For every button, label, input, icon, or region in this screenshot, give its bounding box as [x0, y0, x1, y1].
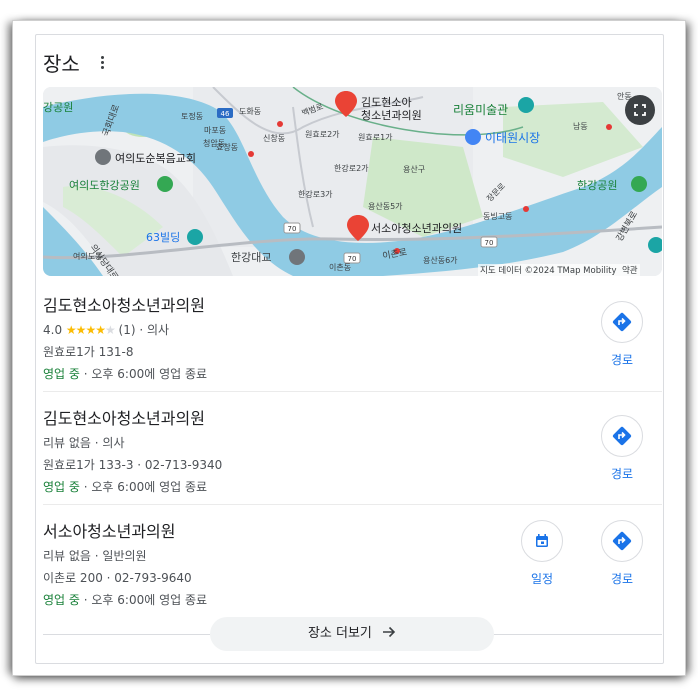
directions-icon [612, 531, 632, 551]
svg-text:46: 46 [221, 110, 230, 118]
svg-text:동빙고동: 동빙고동 [483, 212, 512, 221]
directions-label: 경로 [610, 353, 634, 367]
svg-text:토정동: 토정동 [181, 111, 203, 121]
place-name[interactable]: 김도현소아청소년과의원 [43, 405, 613, 429]
place-entry[interactable]: 김도현소아청소년과의원 4.0 ★★★★★ (1) · 의사 원효로1가 131… [43, 292, 613, 382]
directions-label: 경로 [610, 467, 634, 481]
attribution-text: 지도 데이터 ©2024 TMap Mobility [480, 266, 617, 276]
svg-text:여의도동: 여의도동 [73, 251, 102, 261]
map-canvas: 강공원 국회대로 도화동 토정동 마포동 효창동 백범로 신창동 원효로2가 원… [43, 87, 662, 276]
svg-text:마포동: 마포동 [204, 126, 226, 135]
svg-text:서소아청소년과의원: 서소아청소년과의원 [371, 222, 462, 235]
more-vert-icon[interactable] [97, 54, 107, 72]
calendar-icon [536, 534, 548, 547]
terms-link[interactable]: 약관 [622, 266, 638, 276]
map-view[interactable]: 강공원 국회대로 도화동 토정동 마포동 효창동 백범로 신창동 원효로2가 원… [43, 87, 662, 276]
open-status: 영업 중 [43, 593, 80, 607]
closing-time: · 오후 6:00에 영업 종료 [83, 480, 208, 494]
svg-text:한강로2가: 한강로2가 [334, 163, 369, 173]
svg-text:70: 70 [348, 255, 357, 263]
hours-line: 영업 중 · 오후 6:00에 영업 종료 [43, 478, 613, 495]
stars-full: ★★★★ [65, 323, 106, 337]
place-name[interactable]: 김도현소아청소년과의원 [43, 292, 613, 316]
rating-stars: ★★★★★ [65, 323, 116, 337]
open-status: 영업 중 [43, 367, 80, 381]
hours-line: 영업 중 · 오후 6:00에 영업 종료 [43, 591, 613, 608]
schedule-button[interactable]: 일정 [512, 520, 572, 587]
svg-text:김도현소아: 김도현소아 [361, 96, 412, 109]
arrow-right-icon [383, 626, 396, 638]
svg-text:용산동6가: 용산동6가 [423, 255, 458, 265]
svg-text:강공원: 강공원 [43, 101, 73, 114]
divider [43, 504, 662, 505]
review-count: (1) [118, 323, 136, 337]
svg-text:이태원시장: 이태원시장 [485, 131, 540, 145]
place-address: 원효로1가 131-8 [43, 345, 134, 359]
directions-button[interactable]: 경로 [592, 520, 652, 587]
rating-line: 4.0 ★★★★★ (1) · 의사 [43, 321, 613, 338]
place-address: 원효로1가 133-3 · 02-713-9340 [43, 458, 223, 472]
place-category: · 의사 [139, 323, 170, 337]
expand-icon[interactable] [625, 95, 655, 125]
map-attribution: 지도 데이터 ©2024 TMap Mobility 약관 [478, 264, 640, 276]
svg-text:70: 70 [485, 239, 494, 247]
svg-text:여의도한강공원: 여의도한강공원 [69, 179, 140, 192]
more-places-label: 장소 더보기 [307, 626, 372, 641]
directions-icon [612, 312, 632, 332]
svg-text:원효로2가: 원효로2가 [305, 130, 340, 139]
open-status: 영업 중 [43, 480, 80, 494]
more-places-button[interactable]: 장소 더보기 [210, 617, 494, 651]
svg-text:신창동: 신창동 [263, 134, 285, 143]
svg-text:한강공원: 한강공원 [577, 179, 617, 192]
svg-text:청소년과의원: 청소년과의원 [361, 109, 422, 122]
svg-text:한강로3가: 한강로3가 [298, 189, 333, 199]
svg-text:여의도순복음교회: 여의도순복음교회 [115, 152, 196, 165]
svg-text:한강대교: 한강대교 [231, 251, 271, 264]
svg-text:용산동5가: 용산동5가 [368, 201, 403, 211]
directions-label: 경로 [610, 572, 634, 586]
closing-time: · 오후 6:00에 영업 종료 [83, 367, 208, 381]
place-entry[interactable]: 김도현소아청소년과의원 리뷰 없음 · 의사 원효로1가 133-3 · 02-… [43, 405, 613, 495]
section-title: 장소 [43, 52, 80, 76]
directions-button[interactable]: 경로 [592, 301, 652, 368]
schedule-label: 일정 [530, 572, 554, 586]
svg-text:리움미술관: 리움미술관 [453, 103, 508, 117]
hours-line: 영업 중 · 오후 6:00에 영업 종료 [43, 365, 613, 382]
svg-text:도화동: 도화동 [239, 107, 261, 116]
closing-time: · 오후 6:00에 영업 종료 [83, 593, 208, 607]
svg-text:63빌딩: 63빌딩 [146, 231, 180, 244]
directions-icon [612, 426, 632, 446]
svg-text:용산구: 용산구 [403, 164, 425, 174]
svg-text:남동: 남동 [573, 122, 588, 131]
svg-text:원효로1가: 원효로1가 [358, 133, 393, 142]
svg-text:70: 70 [288, 225, 297, 233]
directions-button[interactable]: 경로 [592, 415, 652, 482]
place-meta: 리뷰 없음 · 의사 [43, 436, 125, 450]
stars-empty: ★ [104, 323, 116, 337]
divider [43, 391, 662, 392]
rating-value: 4.0 [43, 323, 63, 337]
svg-text:청암동: 청암동 [203, 138, 225, 148]
